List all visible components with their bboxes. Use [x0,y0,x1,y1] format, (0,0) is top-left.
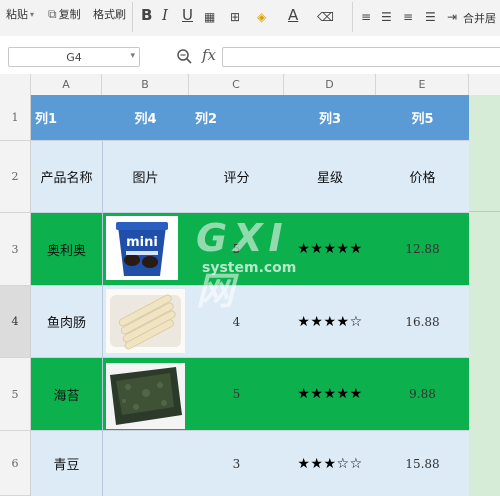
fill-color-icon[interactable]: ◈ [257,10,266,25]
name-box[interactable]: G4 ▾ [8,47,140,67]
copy-label: 复制 [58,8,81,21]
merge-center-button[interactable]: 合并居 [463,10,496,26]
name-box-value: G4 [66,50,82,64]
table-cell[interactable]: 4 [189,286,284,357]
column-header-d[interactable]: D [284,74,376,95]
table-cell[interactable]: 列5 [376,95,469,140]
row-header-6[interactable]: 6 [0,431,31,496]
border-style-icon[interactable]: ⊞ [230,10,240,25]
column-header-e[interactable]: E [376,74,469,95]
table-cell[interactable]: 奥利奥 [31,213,102,285]
table-cell[interactable]: 3 [189,431,284,496]
table-cell[interactable]: 列1 [31,95,102,140]
underline-icon[interactable]: U [182,8,193,23]
bold-icon[interactable]: B [141,8,152,23]
paste-button[interactable]: 粘贴 ▾ [6,6,34,22]
seaweed-snack-image[interactable] [106,363,185,429]
oreo-mini-cup-image[interactable]: mini [106,216,178,280]
table-cell[interactable]: 9.88 [376,358,469,430]
border-icon[interactable]: ▦ [204,10,215,25]
formula-input[interactable] [222,47,500,67]
column-headers: A B C D E [0,74,500,96]
wrap-text-icon[interactable]: ⇥ [447,10,457,25]
star-rating[interactable]: ★★★★★ [284,213,376,285]
column-header-b[interactable]: B [102,74,189,95]
table-cell[interactable]: 16.88 [376,286,469,357]
row-header-4[interactable]: 4 [0,286,31,358]
table-cell[interactable]: 鱼肉肠 [31,286,102,357]
align-bottom-icon[interactable]: ≡ [403,10,413,25]
table-cell[interactable] [102,431,189,496]
table-cell[interactable]: 列3 [284,95,376,140]
ribbon-toolbar: 粘贴 ▾ ⧉ 复制 格式刷 B I U ▦ ⊞ ◈ A ⌫ ≡ ☰ ≡ ☰ ⇥ … [0,0,500,37]
paste-label: 粘贴 [6,8,28,21]
star-rating[interactable]: ★★★☆☆ [284,431,376,496]
column-header-a[interactable]: A [31,74,102,95]
format-painter-label: 格式刷 [93,8,126,21]
table-cell[interactable]: 列4 [102,95,189,140]
column-f-area[interactable] [469,95,500,496]
fx-icon[interactable]: fx [202,46,216,64]
table-cell[interactable]: 15.88 [376,431,469,496]
selection-border [469,211,500,212]
grid-line [102,141,103,496]
row-header-2[interactable]: 2 [0,141,31,213]
table-cell[interactable]: 青豆 [31,431,102,496]
table-row: 列1 列4 列2 列3 列5 [31,95,500,141]
table-cell[interactable]: 12.88 [376,213,469,285]
zoom-icon[interactable] [176,48,192,64]
table-cell[interactable]: 图片 [102,141,189,212]
eraser-icon[interactable]: ⌫ [317,10,334,25]
paste-dropdown-icon[interactable]: ▾ [30,10,34,19]
align-top-icon[interactable]: ≡ [361,10,371,25]
table-cell[interactable]: 5 [189,213,284,285]
column-header-c[interactable]: C [189,74,284,95]
star-rating[interactable]: ★★★★☆ [284,286,376,357]
copy-icon: ⧉ [48,6,57,21]
align-justify-icon[interactable]: ☰ [425,10,436,25]
svg-text:mini: mini [126,235,158,250]
table-cell[interactable]: 评分 [189,141,284,212]
fish-sausages-image[interactable] [106,289,185,353]
format-painter-button[interactable]: 格式刷 [93,6,126,22]
select-all-corner[interactable] [0,74,31,95]
italic-icon[interactable]: I [162,8,168,23]
table-cell[interactable]: 价格 [376,141,469,212]
table-cell[interactable]: 海苔 [31,358,102,430]
formula-bar: G4 ▾ fx [0,36,500,75]
star-rating[interactable]: ★★★★★ [284,358,376,430]
column-header-f[interactable] [469,74,500,95]
align-middle-icon[interactable]: ☰ [381,10,392,25]
table-cell[interactable]: 列2 [189,95,284,140]
font-color-icon[interactable]: A [288,8,298,23]
table-cell[interactable]: 5 [189,358,284,430]
row-header-1[interactable]: 1 [0,95,31,141]
table-cell[interactable]: 产品名称 [31,141,102,212]
row-header-5[interactable]: 5 [0,358,31,431]
name-box-dropdown-icon[interactable]: ▾ [130,51,135,61]
row-header-3[interactable]: 3 [0,213,31,286]
copy-button[interactable]: ⧉ 复制 [48,6,81,22]
table-cell[interactable]: 星级 [284,141,376,212]
